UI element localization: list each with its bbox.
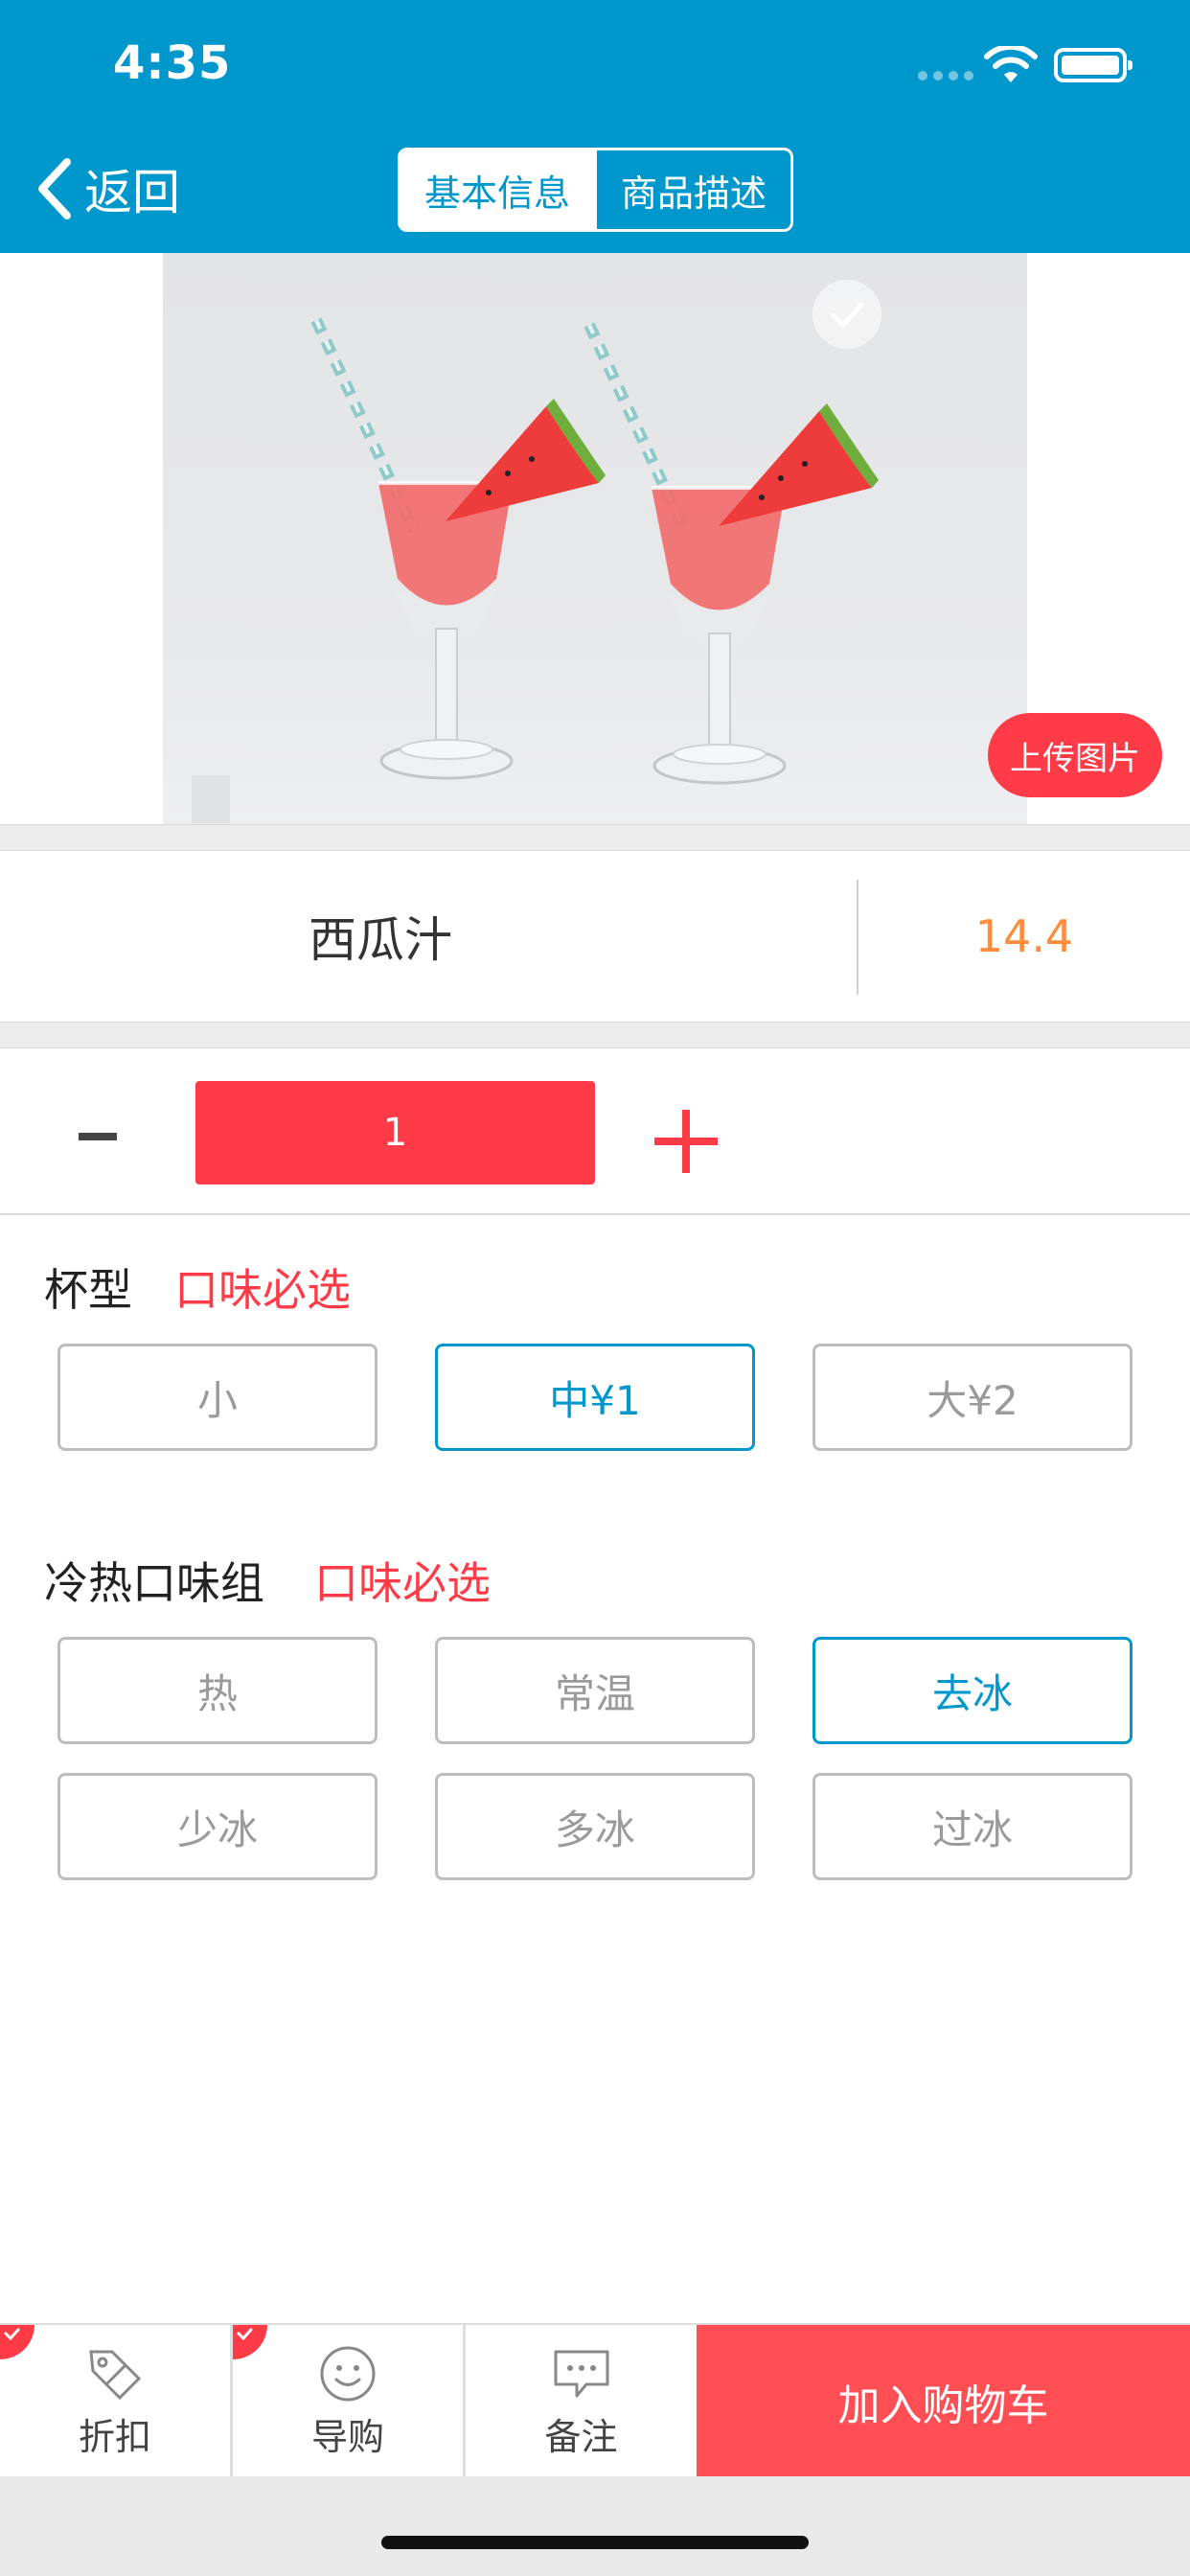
quantity-field[interactable]: 1 xyxy=(195,1081,595,1184)
option-hot[interactable]: 热 xyxy=(57,1637,378,1744)
discount-label: 折扣 xyxy=(78,2415,151,2458)
discount-tag-icon xyxy=(89,2350,142,2400)
option-medium[interactable]: 中¥1 xyxy=(435,1344,755,1451)
segmented-control: 基本信息 商品描述 xyxy=(398,148,793,232)
note-label: 备注 xyxy=(544,2415,618,2458)
increment-button[interactable] xyxy=(654,1110,718,1173)
option-small[interactable]: 小 xyxy=(57,1344,378,1451)
product-price[interactable]: 14.4 xyxy=(858,851,1190,1022)
quantity-stepper: 1 xyxy=(0,1048,1190,1215)
minus-icon xyxy=(79,1133,117,1140)
option-less-ice[interactable]: 少冰 xyxy=(57,1773,378,1880)
product-photo[interactable] xyxy=(163,253,1027,824)
note-button[interactable]: 备注 xyxy=(466,2325,697,2478)
bottom-toolbar: 折扣 导购 备注 加入购物车 xyxy=(0,2323,1190,2478)
checked-badge-icon xyxy=(0,2325,34,2359)
option-no-ice[interactable]: 去冰 xyxy=(812,1637,1133,1744)
tab-basic-info[interactable]: 基本信息 xyxy=(400,150,594,229)
option-extra-ice[interactable]: 过冰 xyxy=(812,1773,1133,1880)
product-name[interactable]: 西瓜汁 xyxy=(0,851,857,1022)
group-required-label: 口味必选 xyxy=(314,1557,491,1609)
product-info-row: 西瓜汁 14.4 xyxy=(0,851,1190,1022)
option-room-temp[interactable]: 常温 xyxy=(435,1637,755,1744)
section-divider xyxy=(0,1022,1190,1048)
discount-button[interactable]: 折扣 xyxy=(0,2325,230,2478)
check-circle-icon[interactable] xyxy=(812,280,881,349)
back-label: 返回 xyxy=(84,165,180,220)
status-time: 4:35 xyxy=(113,36,232,90)
smiley-icon xyxy=(320,2346,376,2401)
wifi-icon xyxy=(984,46,1038,82)
group-title-temperature: 冷热口味组 xyxy=(44,1557,264,1609)
cellular-signal-icon xyxy=(918,71,973,80)
guide-label: 导购 xyxy=(310,2415,384,2458)
watermelon-juice-image xyxy=(192,317,879,823)
decrement-button[interactable] xyxy=(77,1117,119,1156)
section-divider xyxy=(0,824,1190,851)
upload-image-button[interactable]: 上传图片 xyxy=(988,713,1162,797)
add-to-cart-button[interactable]: 加入购物车 xyxy=(697,2325,1190,2478)
chevron-left-icon xyxy=(38,158,71,219)
shopping-guide-button[interactable]: 导购 xyxy=(233,2325,463,2478)
comment-icon xyxy=(554,2350,608,2397)
home-indicator-area xyxy=(0,2476,1190,2576)
checked-badge-icon xyxy=(233,2325,267,2359)
battery-icon xyxy=(1054,48,1133,82)
option-large[interactable]: 大¥2 xyxy=(812,1344,1133,1451)
group-required-label: 口味必选 xyxy=(174,1264,351,1316)
group-title-cup-size: 杯型 xyxy=(44,1264,132,1316)
tab-product-description[interactable]: 商品描述 xyxy=(594,150,790,229)
nav-header: 4:35 返回 基本信息 商品描述 xyxy=(0,0,1190,253)
home-indicator[interactable] xyxy=(381,2536,809,2549)
back-button[interactable]: 返回 xyxy=(34,153,180,224)
option-more-ice[interactable]: 多冰 xyxy=(435,1773,755,1880)
